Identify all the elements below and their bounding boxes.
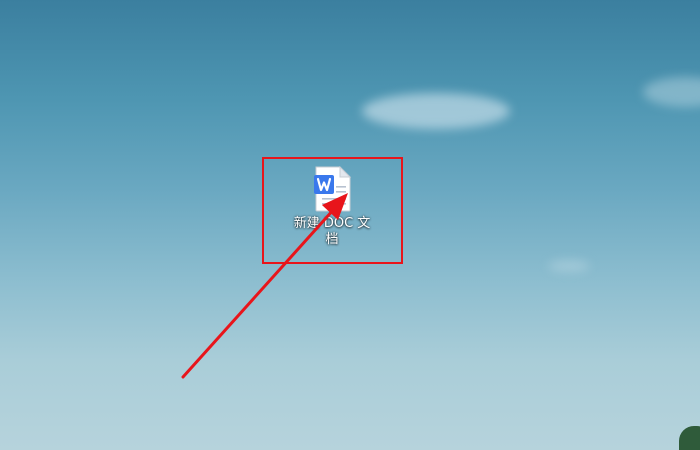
cloud-wisp [548, 260, 590, 272]
cloud-wisp [362, 93, 510, 129]
desktop-background: 新建 DOC 文档 [0, 0, 700, 450]
cloud-wisp [643, 77, 700, 107]
tree-silhouette [679, 426, 700, 450]
highlight-box [262, 157, 403, 264]
